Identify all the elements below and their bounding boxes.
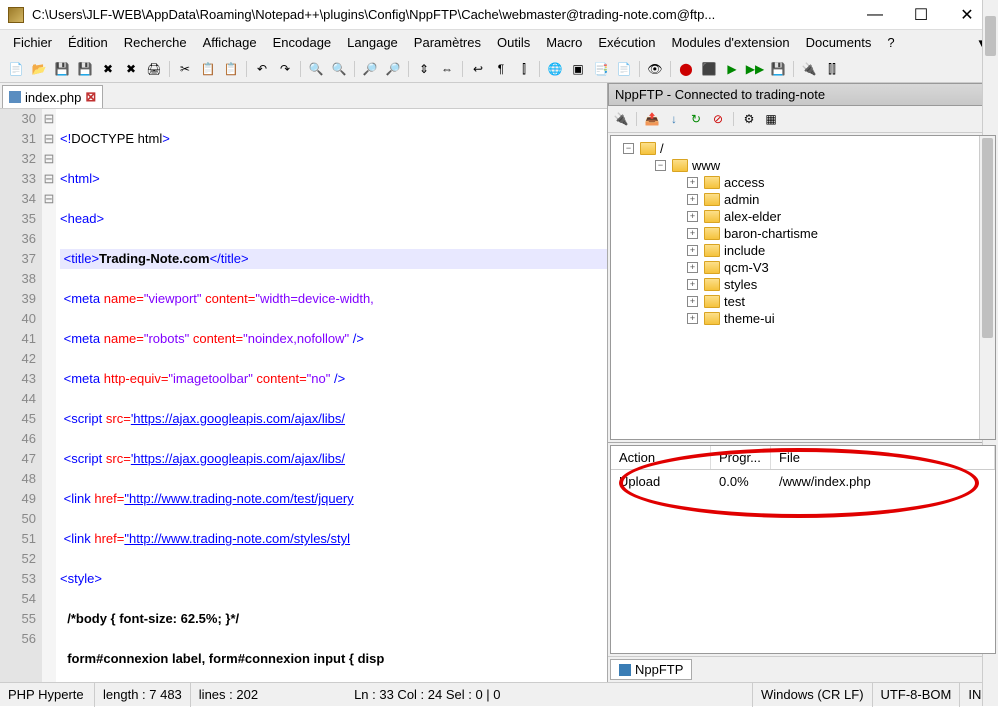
paste-icon[interactable]: 📋 [221, 59, 241, 79]
titlebar: C:\Users\JLF-WEB\AppData\Roaming\Notepad… [0, 0, 998, 30]
fold-gutter[interactable]: ⊟⊟⊟⊟⊟ [42, 109, 56, 682]
menu-parametres[interactable]: Paramètres [407, 32, 488, 54]
tree-folder[interactable]: +include [615, 242, 991, 259]
main-toolbar: 📄 📂 💾 💾 ✖ ✖ 🖨 ✂ 📋 📋 ↶ ↷ 🔍 🔍 🔎 🔎 ⇕ ⇔ ↩ ¶ … [0, 56, 998, 83]
tree-folder[interactable]: +baron-chartisme [615, 225, 991, 242]
tab-label: index.php [25, 90, 81, 105]
save-icon[interactable]: 💾 [52, 59, 72, 79]
monitor-icon[interactable]: 👁 [645, 59, 665, 79]
upload-icon[interactable]: 📤 [643, 110, 661, 128]
tree-folder[interactable]: +qcm-V3 [615, 259, 991, 276]
func-list-icon[interactable]: 📑 [591, 59, 611, 79]
app-icon [8, 7, 24, 23]
window-title: C:\Users\JLF-WEB\AppData\Roaming\Notepad… [32, 7, 852, 22]
editor-tabs: index.php ⊠ [0, 83, 607, 109]
find-icon[interactable]: 🔍 [306, 59, 326, 79]
compare-icon[interactable]: ⫿⫿ [822, 59, 842, 79]
menu-outils[interactable]: Outils [490, 32, 537, 54]
collapse-icon[interactable]: − [623, 143, 634, 154]
zoom-in-icon[interactable]: 🔎 [360, 59, 380, 79]
cut-icon[interactable]: ✂ [175, 59, 195, 79]
menu-recherche[interactable]: Recherche [117, 32, 194, 54]
collapse-icon[interactable]: − [655, 160, 666, 171]
ftp-toolbar: 🔌 📤 ↓ ↻ ⊘ ⚙ ▦ [608, 106, 998, 133]
maximize-button[interactable]: ☐ [898, 0, 944, 30]
status-lines: lines : 202 [191, 683, 266, 707]
ftp-icon[interactable]: 🔌 [799, 59, 819, 79]
tree-folder[interactable]: +admin [615, 191, 991, 208]
replace-icon[interactable]: 🔍 [329, 59, 349, 79]
download-icon[interactable]: ↓ [665, 110, 683, 128]
folder-icon [640, 142, 656, 155]
play-multi-icon[interactable]: ▶▶ [745, 59, 765, 79]
transfer-header: Action Progr... File [611, 446, 995, 470]
sync-h-icon[interactable]: ⇔ [437, 59, 457, 79]
status-eol[interactable]: Windows (CR LF) [753, 683, 873, 707]
status-language: PHP Hyperte [0, 683, 95, 707]
code-area[interactable]: <!DOCTYPE html> <html> <head> <title>Tra… [56, 109, 607, 682]
doc-map-icon[interactable]: 📄 [614, 59, 634, 79]
tree-folder[interactable]: +alex-elder [615, 208, 991, 225]
menu-macro[interactable]: Macro [539, 32, 589, 54]
save-macro-icon[interactable]: 💾 [768, 59, 788, 79]
messages-icon[interactable]: ▦ [762, 110, 780, 128]
wrap-icon[interactable]: ↩ [468, 59, 488, 79]
tree-folder[interactable]: +styles [615, 276, 991, 293]
tree-folder[interactable]: +test [615, 293, 991, 310]
lang-icon[interactable]: 🌐 [545, 59, 565, 79]
status-length: length : 7 483 [95, 683, 191, 707]
menu-affichage[interactable]: Affichage [196, 32, 264, 54]
sync-v-icon[interactable]: ⇕ [414, 59, 434, 79]
connect-icon[interactable]: 🔌 [612, 110, 630, 128]
statusbar: PHP Hyperte length : 7 483 lines : 202 L… [0, 682, 998, 706]
menu-help[interactable]: ? [880, 32, 901, 54]
menubar: Fichier Édition Recherche Affichage Enco… [0, 30, 998, 56]
settings-icon[interactable]: ⚙ [740, 110, 758, 128]
close-file-icon[interactable]: ✖ [98, 59, 118, 79]
open-file-icon[interactable]: 📂 [29, 59, 49, 79]
indent-guide-icon[interactable]: ⫿ [514, 59, 534, 79]
undo-icon[interactable]: ↶ [252, 59, 272, 79]
redo-icon[interactable]: ↷ [275, 59, 295, 79]
status-position: Ln : 33 Col : 24 Sel : 0 | 0 [346, 683, 753, 707]
minimize-button[interactable]: — [852, 0, 898, 30]
code-editor[interactable]: 3031323334353637383940414243444546474849… [0, 109, 607, 682]
menu-documents[interactable]: Documents [799, 32, 879, 54]
tab-nppftp[interactable]: NppFTP [610, 659, 692, 680]
line-gutter: 3031323334353637383940414243444546474849… [0, 109, 42, 682]
transfer-list: Action Progr... File Upload 0.0% /www/in… [610, 445, 996, 654]
close-all-icon[interactable]: ✖ [121, 59, 141, 79]
tree-scrollbar[interactable] [979, 136, 995, 439]
ftp-tab-icon [619, 664, 631, 676]
ftp-tree[interactable]: −/ −www +access +admin +alex-elder +baro… [610, 135, 996, 440]
menu-execution[interactable]: Exécution [591, 32, 662, 54]
tree-folder[interactable]: +theme-ui [615, 310, 991, 327]
menu-langage[interactable]: Langage [340, 32, 405, 54]
tab-close-icon[interactable]: ⊠ [85, 89, 96, 105]
zoom-out-icon[interactable]: 🔎 [383, 59, 403, 79]
new-file-icon[interactable]: 📄 [6, 59, 26, 79]
play-icon[interactable]: ▶ [722, 59, 742, 79]
menu-edition[interactable]: Édition [61, 32, 115, 54]
transfer-row[interactable]: Upload 0.0% /www/index.php [611, 470, 995, 493]
bottom-tabs: NppFTP [608, 656, 998, 682]
menu-fichier[interactable]: Fichier [6, 32, 59, 54]
menu-encodage[interactable]: Encodage [266, 32, 339, 54]
file-icon [9, 91, 21, 103]
save-all-icon[interactable]: 💾 [75, 59, 95, 79]
tab-index-php[interactable]: index.php ⊠ [2, 85, 103, 108]
record-icon[interactable]: ⬤ [676, 59, 696, 79]
stop-icon[interactable]: ⬛ [699, 59, 719, 79]
ftp-panel-title: NppFTP - Connected to trading-note × [608, 83, 998, 106]
abort-icon[interactable]: ⊘ [709, 110, 727, 128]
print-icon[interactable]: 🖨 [144, 59, 164, 79]
refresh-icon[interactable]: ↻ [687, 110, 705, 128]
fold-icon[interactable]: ▣ [568, 59, 588, 79]
status-encoding[interactable]: UTF-8-BOM [873, 683, 961, 707]
copy-icon[interactable]: 📋 [198, 59, 218, 79]
tree-folder[interactable]: +access [615, 174, 991, 191]
folder-icon [672, 159, 688, 172]
menu-plugins[interactable]: Modules d'extension [664, 32, 796, 54]
show-all-icon[interactable]: ¶ [491, 59, 511, 79]
